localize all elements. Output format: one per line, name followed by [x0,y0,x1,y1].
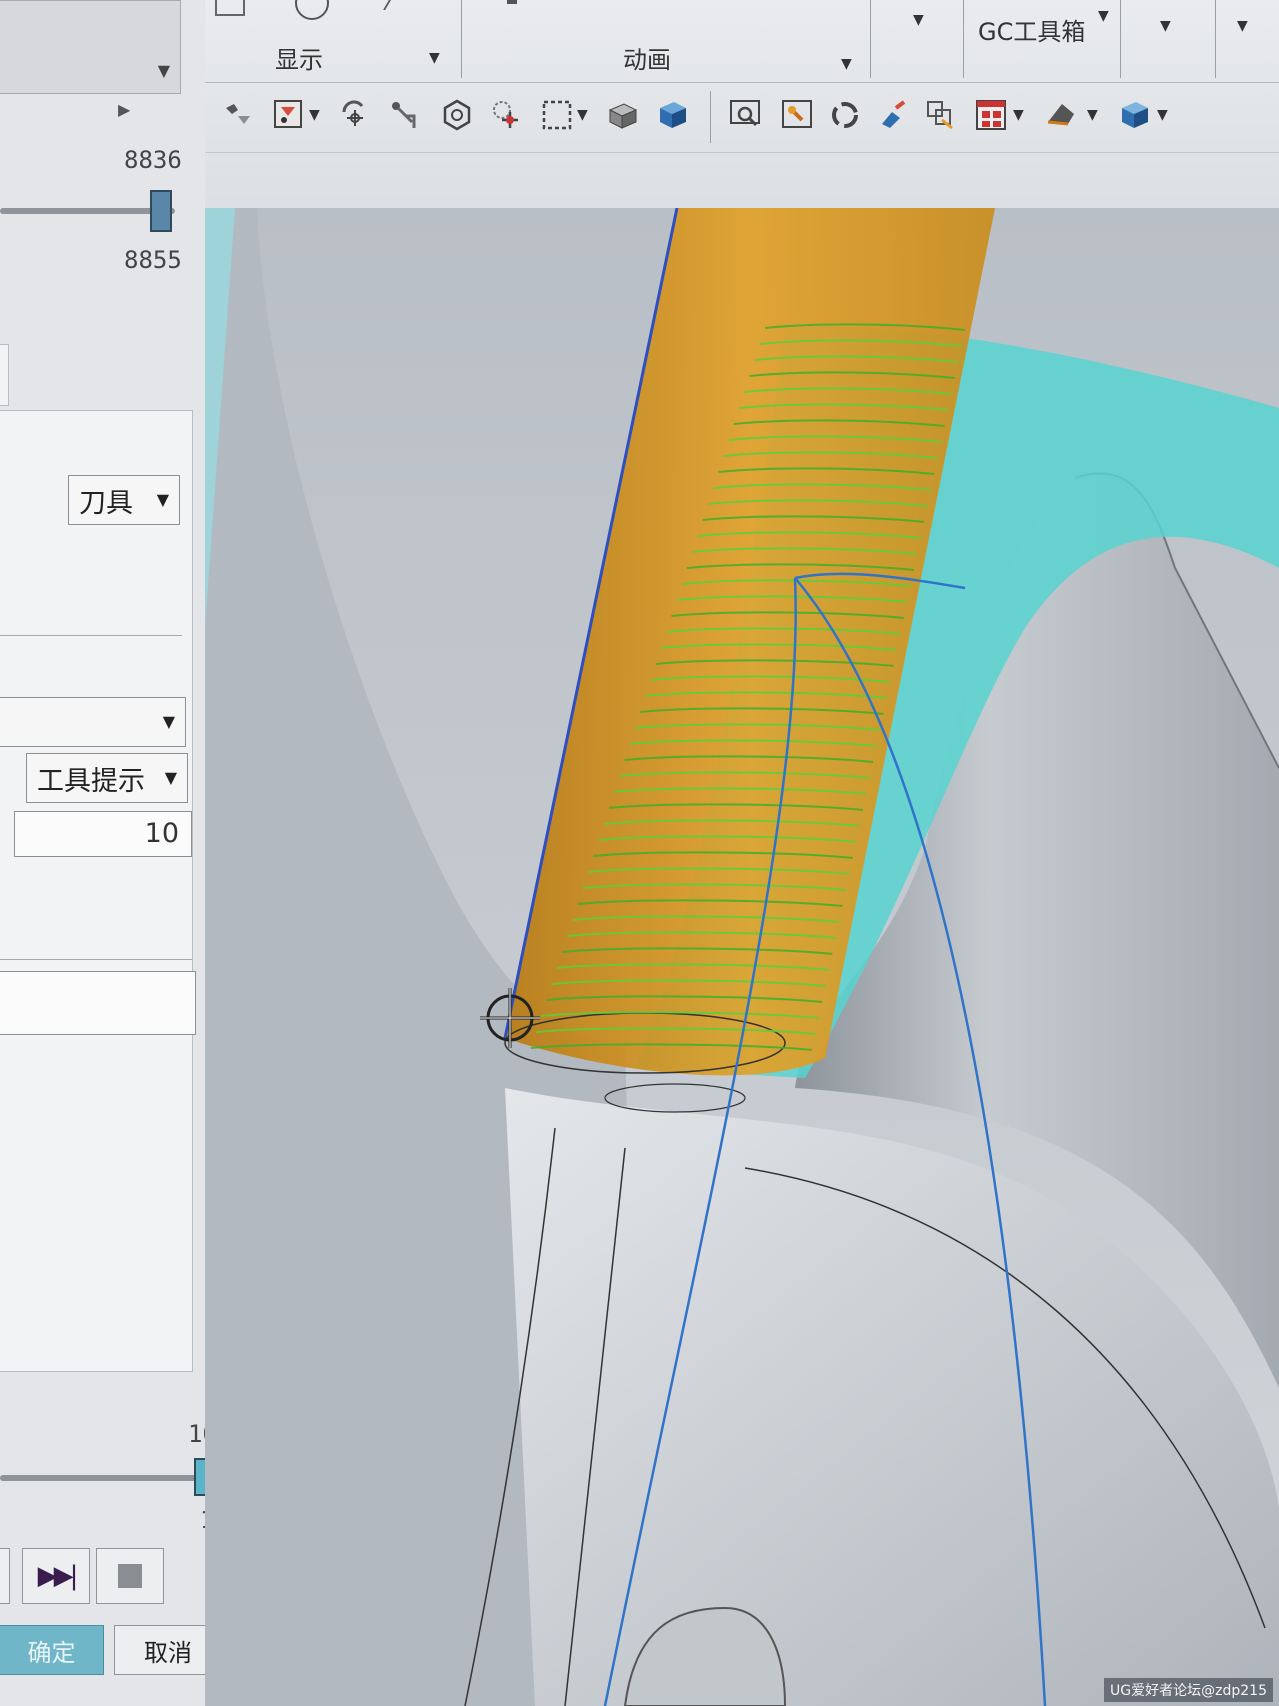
chevron-down-icon[interactable]: ▼ [1098,8,1109,24]
render-style-icon[interactable] [1041,95,1081,135]
pen-icon[interactable] [367,0,391,10]
chevron-down-icon[interactable]: ▼ [577,107,588,123]
playback-position-slider[interactable] [0,208,175,214]
chevron-down-icon: ▼ [164,768,177,787]
ribbon: 显示 ▼ 动画 ▼ ▼ GC工具箱 ▼ ▼ ▼ ▼ ▼ ▼ ▼ ▼ [205,0,1279,209]
display-type-dropdown[interactable]: 刀具 ▼ [68,475,180,525]
stop-button[interactable] [96,1548,164,1604]
ribbon-group-display[interactable]: 显示 [275,40,323,75]
tab-stub[interactable] [0,344,9,406]
paint-icon[interactable] [873,95,913,135]
ribbon-separator [1215,0,1216,78]
cube-shaded-icon[interactable] [603,95,643,135]
tooltip-value: 工具提示 [37,765,145,797]
slider-top-min-label: 8855 [124,246,182,274]
speed-slider[interactable] [0,1475,200,1481]
step-back-button[interactable] [0,1548,10,1604]
rectangle-select-icon[interactable] [537,95,577,135]
chevron-down-icon[interactable]: ▼ [309,107,320,123]
layout-grid-icon[interactable] [971,95,1011,135]
fast-forward-button[interactable]: ▶▶| [22,1548,90,1604]
chevron-down-icon[interactable]: ▼ [913,12,924,28]
playback-position-thumb[interactable] [150,190,172,232]
chevron-down-icon[interactable]: ▼ [1237,18,1248,34]
cube-solid-icon[interactable] [653,95,693,135]
stop-icon [118,1564,142,1588]
blue-cube-icon[interactable] [1115,95,1155,135]
chevron-down-icon: ▼ [156,490,169,509]
speed-input[interactable]: 10 [14,811,192,857]
cad-scene [205,208,1279,1706]
snap-filter-icon[interactable] [219,95,259,135]
icon-toolbar: ▼ ▼ ▼ ▼ ▼ [205,82,1279,153]
ribbon-separator [1120,0,1121,78]
settings-card: 刀具 ▼ ▼ 工具提示 ▼ 10 [0,410,196,1372]
hexagon-icon[interactable] [437,95,477,135]
ribbon-separator [963,0,964,78]
graphics-viewport[interactable]: UG爱好者论坛@zdp215 [205,208,1279,1706]
zoom-fit-icon[interactable] [725,95,765,135]
chevron-down-icon[interactable]: ▼ [1157,107,1168,123]
chevron-down-icon[interactable]: ▼ [1160,18,1171,34]
slider-top-max-label: 8836 [124,146,182,174]
circle-icon[interactable] [295,0,329,20]
forum-watermark: UG爱好者论坛@zdp215 [1104,1678,1273,1702]
divider [0,959,192,960]
layer-icon[interactable] [921,95,961,135]
chevron-down-icon[interactable]: ▼ [841,56,852,72]
ribbon-separator [461,0,462,78]
scroll-down-icon[interactable]: ▼ [158,61,170,80]
chevron-down-icon[interactable]: ▼ [429,50,440,66]
secondary-toolbar [205,152,1279,209]
mode-dropdown[interactable]: ▼ [0,697,186,747]
tooltip-dropdown[interactable]: 工具提示 ▼ [26,753,188,803]
fast-forward-icon: ▶▶| [37,1561,79,1591]
simulation-dialog: ▼ ▶ 8836 8855 刀具 ▼ ▼ 工具提示 ▼ 10 10 10 ▶▶|… [0,0,229,1706]
point-select-icon[interactable] [487,95,527,135]
zoom-window-icon[interactable] [777,95,817,135]
ribbon-icon-stub[interactable] [215,0,245,16]
ribbon-group-animation[interactable]: 动画 [623,40,671,75]
divider [0,635,182,636]
scroll-right-icon[interactable]: ▶ [118,100,130,119]
rotate-point-icon[interactable] [335,95,375,135]
animation-icon-stub[interactable] [507,0,517,4]
toolbar-separator [710,91,711,143]
ribbon-group-gc-toolbox[interactable]: GC工具箱 [978,12,1085,47]
motion-icon[interactable] [385,95,425,135]
chevron-down-icon[interactable]: ▼ [1013,107,1024,123]
select-filter-icon[interactable] [269,95,309,135]
chevron-down-icon: ▼ [162,712,175,731]
ok-button[interactable]: 确定 [0,1625,104,1675]
display-type-value: 刀具 [79,487,133,519]
ribbon-separator [870,0,871,78]
dialog-top-list: ▼ [0,0,181,94]
info-box [0,971,196,1035]
chevron-down-icon[interactable]: ▼ [1087,107,1098,123]
rotate-view-icon[interactable] [825,95,865,135]
